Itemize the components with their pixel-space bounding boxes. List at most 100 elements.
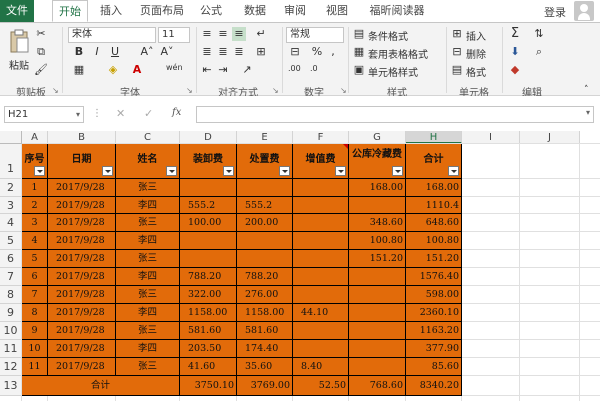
tab-file[interactable]: 文件 bbox=[0, 0, 34, 22]
enter-icon[interactable]: ✓ bbox=[144, 107, 153, 120]
tab-view[interactable]: 视图 bbox=[320, 0, 354, 22]
row-header-1[interactable]: 1 bbox=[0, 144, 22, 179]
table-cell[interactable]: 322.00 bbox=[180, 286, 237, 304]
table-cell[interactable] bbox=[293, 197, 349, 214]
filter-dropdown-icon[interactable] bbox=[166, 166, 177, 176]
table-cell[interactable]: 11 bbox=[22, 358, 48, 376]
tab-foxit-reader[interactable]: 福昕阅读器 bbox=[362, 0, 432, 22]
table-cell[interactable]: 李四 bbox=[116, 304, 180, 322]
row-header-13[interactable]: 13 bbox=[0, 376, 22, 396]
table-cell[interactable]: 李四 bbox=[116, 232, 180, 250]
table-cell[interactable]: 151.20 bbox=[406, 250, 462, 268]
table-cell[interactable]: 张三 bbox=[116, 250, 180, 268]
table-cell[interactable]: 3 bbox=[22, 214, 48, 232]
row-header-8[interactable]: 8 bbox=[0, 286, 22, 304]
insert-function-icon[interactable]: fx bbox=[172, 107, 181, 118]
orientation-icon[interactable]: ↗ bbox=[240, 63, 254, 77]
formula-input[interactable]: ▾ bbox=[196, 106, 594, 123]
table-cell[interactable]: 10 bbox=[22, 340, 48, 358]
filter-dropdown-icon[interactable] bbox=[223, 166, 234, 176]
table-cell[interactable]: 2017/9/28 bbox=[48, 197, 116, 214]
table-cell[interactable] bbox=[349, 358, 406, 376]
table-format-button[interactable]: 套用表格格式 bbox=[368, 46, 428, 61]
table-cell[interactable]: 2017/9/28 bbox=[48, 214, 116, 232]
row-header-3[interactable]: 3 bbox=[0, 197, 22, 214]
number-launcher-icon[interactable]: ↘ bbox=[340, 86, 347, 95]
table-cell[interactable] bbox=[349, 286, 406, 304]
bold-icon[interactable]: B bbox=[72, 45, 86, 59]
cell-style-icon[interactable]: ▣ bbox=[352, 63, 366, 77]
table-cell[interactable]: 41.60 bbox=[180, 358, 237, 376]
comma-style-icon[interactable]: , bbox=[326, 45, 340, 59]
table-cell[interactable]: 2017/9/28 bbox=[48, 304, 116, 322]
delete-cells-button[interactable]: 删除 bbox=[466, 46, 486, 61]
align-top-icon[interactable]: ≡ bbox=[200, 27, 214, 41]
table-cell[interactable] bbox=[349, 197, 406, 214]
table-cell[interactable]: 555.2 bbox=[237, 197, 293, 214]
avatar[interactable] bbox=[574, 1, 594, 21]
align-left-icon[interactable]: ≣ bbox=[200, 45, 214, 59]
cut-icon[interactable]: ✂ bbox=[34, 27, 48, 41]
autosum-icon[interactable]: Σ bbox=[508, 27, 522, 41]
table-cell[interactable]: 7 bbox=[22, 286, 48, 304]
increase-indent-icon[interactable]: ⇥ bbox=[216, 63, 230, 77]
table-cell[interactable]: 1158.00 bbox=[237, 304, 293, 322]
clipboard-launcher-icon[interactable]: ↘ bbox=[52, 86, 59, 95]
table-cell[interactable]: 2017/9/28 bbox=[48, 232, 116, 250]
login-link[interactable]: 登录 bbox=[544, 4, 566, 20]
row-header-11[interactable]: 11 bbox=[0, 340, 22, 358]
align-center-icon[interactable]: ≣ bbox=[216, 45, 230, 59]
table-cell[interactable] bbox=[180, 232, 237, 250]
table-cell[interactable]: 100.80 bbox=[406, 232, 462, 250]
italic-icon[interactable]: I bbox=[90, 45, 104, 59]
table-cell[interactable] bbox=[293, 250, 349, 268]
percent-icon[interactable]: % bbox=[310, 45, 324, 59]
table-cell[interactable] bbox=[349, 268, 406, 286]
table-cell[interactable] bbox=[293, 214, 349, 232]
table-cell[interactable] bbox=[293, 232, 349, 250]
table-cell[interactable] bbox=[180, 179, 237, 197]
name-box[interactable]: H21 ▾ bbox=[4, 106, 84, 123]
filter-dropdown-icon[interactable] bbox=[448, 166, 459, 176]
fill-color-icon[interactable]: ◈ bbox=[106, 63, 120, 77]
table-cell[interactable]: 2017/9/28 bbox=[48, 179, 116, 197]
find-select-icon[interactable]: ⌕ bbox=[532, 45, 546, 59]
tab-insert[interactable]: 插入 bbox=[94, 0, 128, 22]
table-cell[interactable]: 348.60 bbox=[349, 214, 406, 232]
table-cell[interactable] bbox=[237, 250, 293, 268]
total-value-cell[interactable]: 3750.10 bbox=[180, 376, 237, 396]
table-cell[interactable]: 4 bbox=[22, 232, 48, 250]
table-cell[interactable]: 168.00 bbox=[349, 179, 406, 197]
merge-cells-icon[interactable]: ⊞ bbox=[254, 45, 268, 59]
tab-data[interactable]: 数据 bbox=[238, 0, 272, 22]
increase-decimal-icon[interactable]: .00 bbox=[288, 64, 301, 73]
sort-filter-icon[interactable]: ⇅ bbox=[532, 27, 546, 41]
table-cell[interactable]: 100.00 bbox=[180, 214, 237, 232]
table-cell[interactable]: 5 bbox=[22, 250, 48, 268]
table-cell[interactable]: 2360.10 bbox=[406, 304, 462, 322]
table-cell[interactable]: 张三 bbox=[116, 214, 180, 232]
align-right-icon[interactable]: ≣ bbox=[232, 45, 246, 59]
cancel-icon[interactable]: ✕ bbox=[116, 107, 125, 120]
tab-page-layout[interactable]: 页面布局 bbox=[136, 0, 188, 22]
table-cell[interactable]: 李四 bbox=[116, 340, 180, 358]
table-cell[interactable]: 648.60 bbox=[406, 214, 462, 232]
table-cell[interactable]: 9 bbox=[22, 322, 48, 340]
row-header-2[interactable]: 2 bbox=[0, 179, 22, 197]
table-cell[interactable] bbox=[180, 250, 237, 268]
table-cell[interactable] bbox=[237, 232, 293, 250]
table-cell[interactable]: 598.00 bbox=[406, 286, 462, 304]
table-cell[interactable]: 张三 bbox=[116, 286, 180, 304]
table-cell[interactable]: 174.40 bbox=[237, 340, 293, 358]
currency-icon[interactable]: ⊟ bbox=[288, 45, 302, 59]
increase-font-icon[interactable]: A˄ bbox=[140, 45, 154, 59]
total-label-cell[interactable]: 合计 bbox=[22, 376, 180, 396]
table-cell[interactable]: 1576.40 bbox=[406, 268, 462, 286]
align-middle-icon[interactable]: ≡ bbox=[216, 27, 230, 41]
table-cell[interactable]: 李四 bbox=[116, 197, 180, 214]
clear-icon[interactable]: ◆ bbox=[508, 63, 522, 77]
table-cell[interactable]: 张三 bbox=[116, 322, 180, 340]
filter-dropdown-icon[interactable] bbox=[392, 166, 403, 176]
expand-formula-icon[interactable]: ▾ bbox=[586, 108, 590, 117]
font-launcher-icon[interactable]: ↘ bbox=[186, 86, 193, 95]
